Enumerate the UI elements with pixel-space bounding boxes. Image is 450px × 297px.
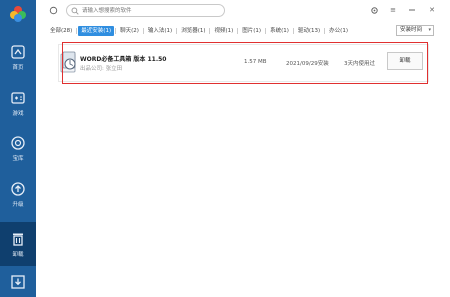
sidebar-item-label: 升级 [12, 201, 24, 208]
minimize-icon[interactable] [407, 5, 417, 15]
sidebar-item-games[interactable]: 游戏 [0, 83, 36, 123]
app-name: WORD必备工具箱 版本 11.50 [80, 56, 167, 63]
tab-divider [142, 28, 144, 34]
tab-office[interactable]: 办公(1) [326, 26, 351, 36]
sort-label: 安装时间 [400, 27, 423, 33]
uninstall-button[interactable]: 卸载 [387, 52, 423, 70]
upgrade-icon [11, 181, 25, 196]
search-icon [71, 7, 79, 15]
app-logo-icon [10, 6, 26, 22]
close-icon[interactable]: ✕ [427, 5, 437, 15]
sidebar-item-label: 卸载 [12, 251, 24, 258]
tab-recent[interactable]: 最近安装(1) [78, 26, 115, 36]
app-size: 1.57 MB [244, 59, 267, 65]
sidebar-item-upgrade[interactable]: 升级 [0, 174, 36, 214]
tab-divider [76, 28, 78, 34]
gamepad-icon [11, 91, 25, 104]
tab-divider [209, 28, 211, 34]
app-install-date: 2021/09/29安装 [286, 61, 329, 67]
sidebar-item-treasury[interactable]: 宝库 [0, 128, 36, 168]
app-usage: 3天内使用过 [344, 61, 375, 67]
word-toolbox-app-icon [60, 51, 76, 73]
sort-select[interactable]: 安装时间 ▾ [396, 25, 434, 36]
tab-browser[interactable]: 浏览器(1) [178, 26, 208, 36]
trash-icon [13, 233, 23, 246]
category-tabs: 全部(28) 最近安装(1) 聊天(2) 输入法(1) 浏览器(1) 视频(1)… [47, 25, 351, 37]
tab-system[interactable]: 系统(1) [267, 26, 292, 36]
app-publisher: 出品公司: 张立田 [80, 66, 123, 72]
refresh-icon[interactable] [49, 6, 58, 15]
sidebar-item-home[interactable]: 首页 [0, 37, 36, 77]
tab-divider [237, 28, 239, 34]
sidebar-item-uninstall[interactable]: 卸载 [0, 222, 36, 266]
top-bar: ≡ ✕ [36, 0, 450, 22]
tab-video[interactable]: 视频(1) [211, 26, 236, 36]
sidebar-item-label: 游戏 [12, 110, 24, 117]
chevron-down-icon: ▾ [428, 27, 431, 33]
tab-divider [324, 28, 326, 34]
sidebar-item-label: 宝库 [12, 155, 24, 162]
search-input[interactable] [82, 6, 220, 15]
settings-icon[interactable] [369, 5, 379, 15]
menu-icon[interactable]: ≡ [388, 5, 398, 15]
sidebar-item-label: 首页 [12, 64, 24, 71]
tab-divider [176, 28, 178, 34]
tab-divider [115, 28, 117, 34]
tab-chat[interactable]: 聊天(2) [117, 26, 142, 36]
search-box[interactable] [66, 4, 225, 17]
download-icon[interactable] [10, 274, 26, 290]
tab-input-method[interactable]: 输入法(1) [145, 26, 175, 36]
tab-divider [265, 28, 267, 34]
tab-divider [292, 28, 294, 34]
tab-all[interactable]: 全部(28) [47, 26, 75, 36]
treasury-icon [11, 135, 25, 150]
sidebar: 首页 游戏 宝库 升级 卸载 [0, 0, 36, 297]
tab-driver[interactable]: 驱动(13) [295, 26, 323, 36]
home-icon [11, 44, 25, 59]
tab-image[interactable]: 图片(1) [239, 26, 264, 36]
